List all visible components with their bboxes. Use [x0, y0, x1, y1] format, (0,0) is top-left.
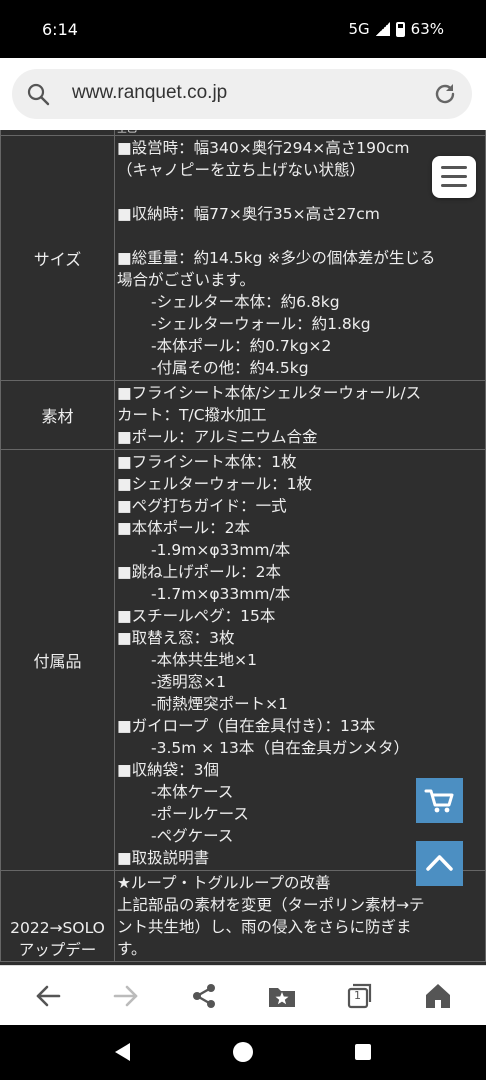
spec-line-blank	[117, 225, 485, 247]
system-recents-icon[interactable]	[354, 1043, 372, 1061]
spec-value-size: ■設営時：幅340×奥行294×高さ190cm （キャノピーを立ち上げない状態）…	[114, 135, 486, 381]
browser-toolbar: www.ranquet.co.jp	[0, 58, 486, 130]
system-nav-bar	[0, 1025, 486, 1080]
arrow-left-icon[interactable]	[32, 980, 64, 1012]
table-row: 2022→SOLO アップデー ★ループ・トグルループの改善 上記部品の素材を変…	[0, 870, 486, 962]
system-back-icon[interactable]	[112, 1041, 134, 1063]
table-row: サイズ ■設営時：幅340×奥行294×高さ190cm （キャノピーを立ち上げな…	[0, 135, 486, 381]
status-bar: 6:14 5G 63%	[0, 0, 486, 58]
bookmark-star-icon[interactable]	[266, 980, 298, 1012]
spec-line: ■総重量：約14.5kg ※多少の個体差が生じる	[117, 249, 436, 267]
spec-line-blank	[117, 181, 485, 203]
share-icon[interactable]	[188, 980, 220, 1012]
spec-line: ■本体ポール：2本	[117, 519, 251, 537]
spec-line: -付属その他：約4.5kg	[151, 359, 309, 377]
spec-line: ■フライシート本体：1枚	[117, 453, 297, 471]
spec-key-line: 2022→SOLO	[10, 919, 105, 937]
spec-line: す。	[117, 940, 147, 958]
spec-key-line: アップデー	[18, 941, 97, 959]
tabs-count: 1	[354, 989, 361, 1002]
search-icon	[27, 83, 50, 106]
table-row: 付属品 ■フライシート本体：1枚 ■シェルターウォール：1枚 ■ペグ打ちガイド：…	[0, 449, 486, 871]
spec-line: ■ペグ打ちガイド：一式	[117, 497, 287, 515]
chevron-up-icon	[426, 855, 453, 871]
spec-line: 場合がございます。	[117, 271, 255, 289]
spec-line: -透明窓×1	[151, 673, 226, 691]
spec-line: -シェルターウォール：約1.8kg	[151, 315, 371, 333]
reload-icon[interactable]	[432, 81, 458, 107]
spec-line: ■跳ね上げポール：2本	[117, 563, 282, 581]
spec-line: ■収納時：幅77×奥行35×高さ27cm	[117, 205, 380, 223]
network-label: 5G	[348, 20, 370, 38]
cart-button[interactable]	[416, 778, 463, 823]
spec-line: -耐熱煙突ポート×1	[151, 695, 288, 713]
spec-line: ■取替え窓：3枚	[117, 629, 235, 647]
spec-line: -1.9m×φ33mm/本	[151, 541, 291, 559]
spec-line: ■シェルターウォール：1枚	[117, 475, 313, 493]
spec-line: （キャノピーを立ち上げない状態）	[117, 161, 366, 179]
spec-line: ■設営時：幅340×奥行294×高さ190cm	[117, 139, 410, 157]
table-row: 素材 ■フライシート本体/シェルターウォール/ス カート：T/C撥水加工 ■ポー…	[0, 380, 486, 450]
spec-line: 上記部品の素材を変更（ターポリン素材→テ	[117, 896, 425, 914]
spec-key-update: 2022→SOLO アップデー	[0, 870, 115, 962]
spec-line: -シェルター本体：約6.8kg	[151, 293, 340, 311]
hamburger-icon	[441, 166, 467, 188]
battery-percent: 63%	[410, 20, 444, 38]
scroll-top-button[interactable]	[416, 841, 463, 886]
status-time: 6:14	[42, 20, 78, 39]
spec-line: -1.7m×φ33mm/本	[151, 585, 291, 603]
page-content: 全巴 サイズ ■設営時：幅340×奥行294×高さ190cm （キャノピーを立ち…	[0, 130, 486, 965]
home-icon[interactable]	[422, 980, 454, 1012]
spec-line: ■ポール：アルミニウム合金	[117, 428, 318, 446]
spec-line: ■ガイロープ（自在金具付き）：13本	[117, 717, 376, 735]
signal-icon	[375, 22, 390, 36]
spec-line: カート：T/C撥水加工	[117, 406, 267, 424]
spec-value-material: ■フライシート本体/シェルターウォール/ス カート：T/C撥水加工 ■ポール：ア…	[114, 380, 486, 450]
spec-line: -3.5m × 13本（自在金具ガンメタ）	[151, 739, 409, 757]
spec-line: ■フライシート本体/シェルターウォール/ス	[117, 384, 422, 402]
spec-line: ■スチールペグ：15本	[117, 607, 276, 625]
arrow-right-icon[interactable]	[110, 980, 142, 1012]
menu-button[interactable]	[432, 156, 476, 198]
address-bar[interactable]: www.ranquet.co.jp	[12, 69, 472, 119]
partial-line: 全巴	[117, 130, 485, 134]
spec-line: -本体共生地×1	[151, 651, 257, 669]
spec-line: -本体ポール：約0.7kg×2	[151, 337, 332, 355]
cart-icon	[424, 789, 454, 813]
browser-bottom-nav: 1	[0, 965, 486, 1025]
spec-key-size: サイズ	[0, 135, 115, 381]
spec-key-material: 素材	[0, 380, 115, 450]
url-text[interactable]: www.ranquet.co.jp	[72, 82, 227, 104]
spec-table: 全巴 サイズ ■設営時：幅340×奥行294×高さ190cm （キャノピーを立ち…	[0, 130, 486, 962]
tabs-button[interactable]: 1	[344, 980, 376, 1012]
status-indicators: 5G 63%	[348, 20, 444, 38]
spec-key-accessories: 付属品	[0, 449, 115, 871]
battery-icon	[395, 21, 405, 37]
spec-line: ント共生地）し、雨の侵入をさらに防ぎま	[117, 918, 412, 936]
system-home-icon[interactable]	[232, 1041, 254, 1063]
